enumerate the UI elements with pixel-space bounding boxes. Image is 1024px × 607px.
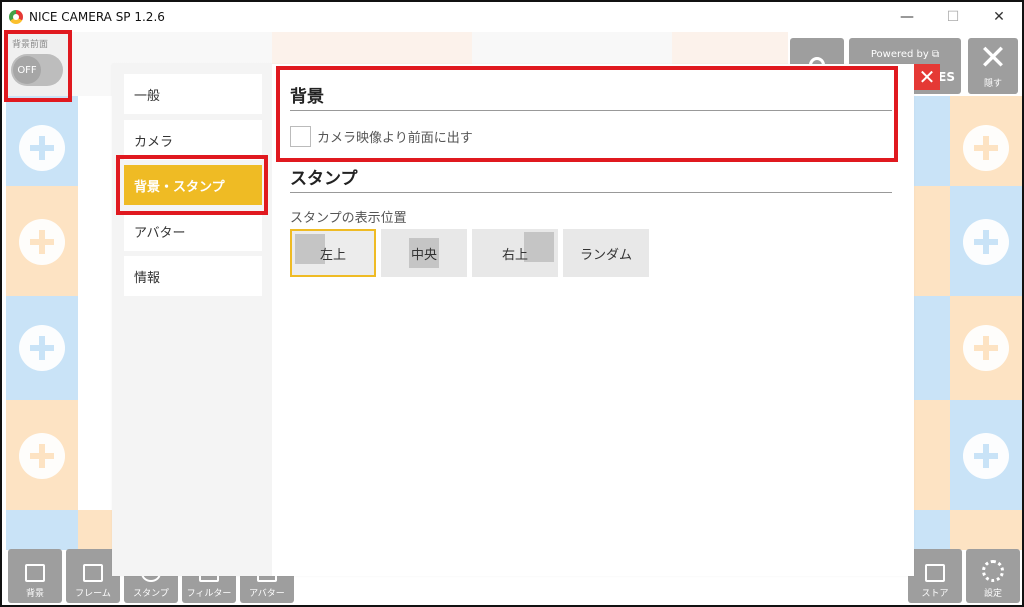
stamp-slot[interactable] <box>6 296 78 400</box>
section-divider <box>290 192 892 193</box>
position-preview <box>524 232 554 262</box>
sidebar-item-camera[interactable]: カメラ <box>124 120 262 160</box>
hide-button[interactable]: ✕ 隠す <box>968 38 1018 94</box>
close-window-button[interactable]: ✕ <box>976 2 1022 32</box>
add-icon <box>19 433 65 479</box>
stamp-slot[interactable] <box>950 296 1022 400</box>
hide-label: 隠す <box>983 79 1002 89</box>
toolbar-settings-button[interactable]: 設定 <box>966 549 1020 603</box>
toolbar-label: 背景 <box>25 589 44 599</box>
frame-icon <box>83 564 103 582</box>
stamp-slot[interactable] <box>78 510 112 550</box>
close-icon: ✕ <box>978 38 1008 78</box>
stamp-slot[interactable] <box>950 186 1022 298</box>
stamp-slot[interactable] <box>914 400 950 512</box>
camera-logo-icon <box>9 10 23 24</box>
toolbar-background-button[interactable]: 背景 <box>8 549 62 603</box>
store-icon <box>925 564 945 582</box>
stamp-slot[interactable] <box>6 400 78 512</box>
stamp-slot[interactable] <box>914 510 950 550</box>
stamp-slot[interactable] <box>6 96 78 200</box>
toolbar-label: ストア <box>921 589 949 599</box>
stamp-position-label: スタンプの表示位置 <box>290 211 407 226</box>
toolbar-label: フィルター <box>186 589 232 599</box>
position-top-right-button[interactable]: 右上 <box>472 229 558 277</box>
sidebar-item-info[interactable]: 情報 <box>124 256 262 296</box>
toolbar-label: スタンプ <box>133 589 169 599</box>
highlight-box <box>4 30 72 102</box>
add-icon <box>963 219 1009 265</box>
title-bar: NICE CAMERA SP 1.2.6 — ☐ ✕ <box>2 2 1022 32</box>
position-label: ランダム <box>579 247 632 263</box>
stamp-position-group: 左上 中央 右上 ランダム <box>290 229 654 277</box>
add-icon <box>19 219 65 265</box>
stamp-slot[interactable] <box>6 186 78 298</box>
window-title: NICE CAMERA SP 1.2.6 <box>29 10 165 24</box>
sidebar-item-avatar[interactable]: アバター <box>124 211 262 251</box>
sidebar-item-general[interactable]: 一般 <box>124 74 262 114</box>
add-icon <box>963 325 1009 371</box>
window-controls: — ☐ ✕ <box>884 2 1022 32</box>
image-icon <box>25 564 45 582</box>
powered-by-label: Powered by ⧉ <box>870 48 940 60</box>
powered-by-sub: ES <box>938 69 955 84</box>
toolbar-label: フレーム <box>75 589 111 599</box>
position-top-left-button[interactable]: 左上 <box>290 229 376 277</box>
position-label: 左上 <box>319 247 346 263</box>
stamp-section-title: スタンプ <box>290 169 358 189</box>
add-icon <box>963 433 1009 479</box>
app-window: NICE CAMERA SP 1.2.6 — ☐ ✕ 背景前面 OFF Powe… <box>0 0 1024 607</box>
highlight-box <box>276 66 898 162</box>
add-icon <box>19 325 65 371</box>
dialog-close-button[interactable]: ✕ <box>914 64 940 90</box>
stamp-slot[interactable] <box>950 400 1022 512</box>
stamp-slot[interactable] <box>950 96 1022 200</box>
minimize-button[interactable]: — <box>884 2 930 32</box>
position-random-button[interactable]: ランダム <box>563 229 649 277</box>
toolbar-label: 設定 <box>983 589 1002 599</box>
add-icon <box>963 125 1009 171</box>
gear-icon <box>982 560 1004 582</box>
settings-sidebar: 一般 カメラ 背景・スタンプ アバター 情報 <box>112 64 272 576</box>
stamp-slot[interactable] <box>6 510 78 550</box>
stamp-slot[interactable] <box>914 186 950 298</box>
maximize-button[interactable]: ☐ <box>930 2 976 32</box>
highlight-box <box>116 155 268 215</box>
position-label: 右上 <box>501 247 528 263</box>
toolbar-label: アバター <box>249 589 285 599</box>
stamp-slot[interactable] <box>914 296 950 400</box>
toolbar-store-button[interactable]: ストア <box>908 549 962 603</box>
position-center-button[interactable]: 中央 <box>381 229 467 277</box>
stamp-slot[interactable] <box>950 510 1022 550</box>
position-label: 中央 <box>410 247 437 263</box>
add-icon <box>19 125 65 171</box>
stamp-slot[interactable] <box>914 96 950 200</box>
